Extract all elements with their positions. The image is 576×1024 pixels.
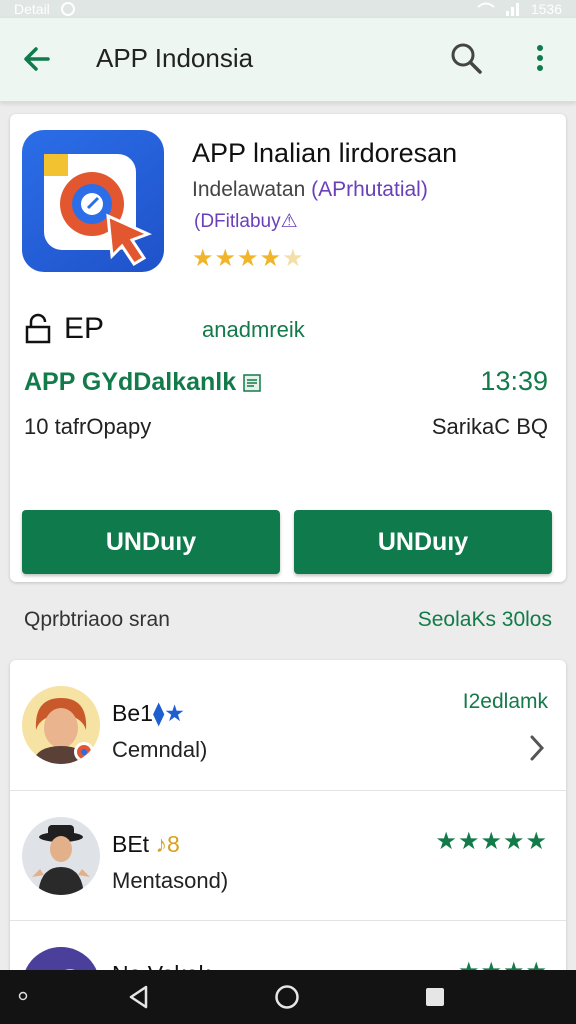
- app-title: APP lnalian lirdoresan: [192, 138, 458, 168]
- app-bar: APP Indonsia: [0, 18, 576, 102]
- music-note-icon: ♪8: [155, 831, 180, 857]
- app-rating: ★★★★★: [192, 244, 305, 273]
- download-button-left[interactable]: UNDuıy: [22, 510, 280, 574]
- developer-accent: (APrhutatial): [311, 178, 428, 201]
- status-bar: Detail 1536: [0, 0, 576, 18]
- review-text: Cemndal): [112, 737, 208, 762]
- page-title: APP Indonsia: [96, 43, 254, 73]
- green-title-text: APP GYdDalkanlk: [24, 368, 237, 396]
- review-text: Mentasond): [112, 868, 229, 893]
- nav-back-icon[interactable]: [126, 984, 152, 1010]
- list-item[interactable]: BEt ♪8 Mentasond) ★★★★★: [10, 790, 566, 910]
- section-title: Qprbtriaoo sran: [24, 608, 170, 631]
- status-clock: 1536: [530, 1, 562, 17]
- document-icon: [243, 373, 261, 392]
- review-rating: ★★★★★: [435, 828, 548, 855]
- ep-label: EP: [64, 312, 105, 345]
- review-meta: I2edlamk: [462, 690, 548, 713]
- nav-dot-icon[interactable]: [18, 991, 28, 1001]
- app-logo-icon: [44, 154, 152, 267]
- avatar: [22, 817, 100, 895]
- app-developer[interactable]: Indelawatan (APrhutatial): [192, 178, 428, 202]
- section-see-all-link[interactable]: SeolaKs 30los: [418, 608, 552, 632]
- time-value: 13:39: [480, 366, 548, 396]
- admin-label: anadmreik: [202, 317, 305, 342]
- section-green-title: APP GYdDalkanlk: [24, 368, 262, 397]
- app-icon[interactable]: [22, 130, 164, 272]
- reviewer-name: Be1⧫★: [112, 700, 185, 727]
- notification-icon: [60, 2, 75, 16]
- info-right: SarikaC BQ: [431, 414, 548, 439]
- nav-home-icon[interactable]: [274, 984, 300, 1010]
- verified-badge-icon: ⧫★: [152, 700, 185, 726]
- list-item[interactable]: Be1⧫★ Cemndal) I2edlamk: [10, 660, 566, 780]
- app-detail-card: APP lnalian lirdoresan Indelawatan (APrh…: [10, 114, 566, 582]
- rating-faint-star: ★: [282, 245, 305, 272]
- signal-icon: [505, 3, 519, 16]
- search-icon[interactable]: [448, 40, 484, 76]
- download-button-right[interactable]: UNDuıy: [294, 510, 552, 574]
- section-header: Qprbtriaoo sran SeolaKs 30los: [10, 592, 566, 648]
- reviewer-name-text: Be1: [112, 700, 153, 726]
- lock-icon: [25, 313, 51, 344]
- info-left: 10 tafrOpapy: [24, 414, 152, 439]
- wifi-icon: [477, 2, 495, 8]
- reviewer-name: BEt ♪8: [112, 831, 180, 858]
- status-left-text: Detail: [14, 1, 50, 17]
- nav-recents-icon[interactable]: [424, 986, 446, 1008]
- back-arrow-icon[interactable]: [20, 42, 54, 76]
- review-list: Be1⧫★ Cemndal) I2edlamk BEt ♪8 Mentasond…: [10, 660, 566, 1024]
- ep-row: EP: [24, 312, 104, 346]
- avatar: [22, 686, 100, 764]
- developer-name: Indelawatan: [192, 178, 306, 201]
- reviewer-name-text: BEt: [112, 831, 150, 857]
- rating-full-stars: ★★★★: [192, 245, 283, 272]
- more-vert-icon[interactable]: [528, 40, 552, 76]
- system-nav-bar: [0, 970, 576, 1024]
- app-category: (DFitlabuy⚠: [194, 211, 298, 232]
- chevron-right-icon[interactable]: [528, 734, 546, 762]
